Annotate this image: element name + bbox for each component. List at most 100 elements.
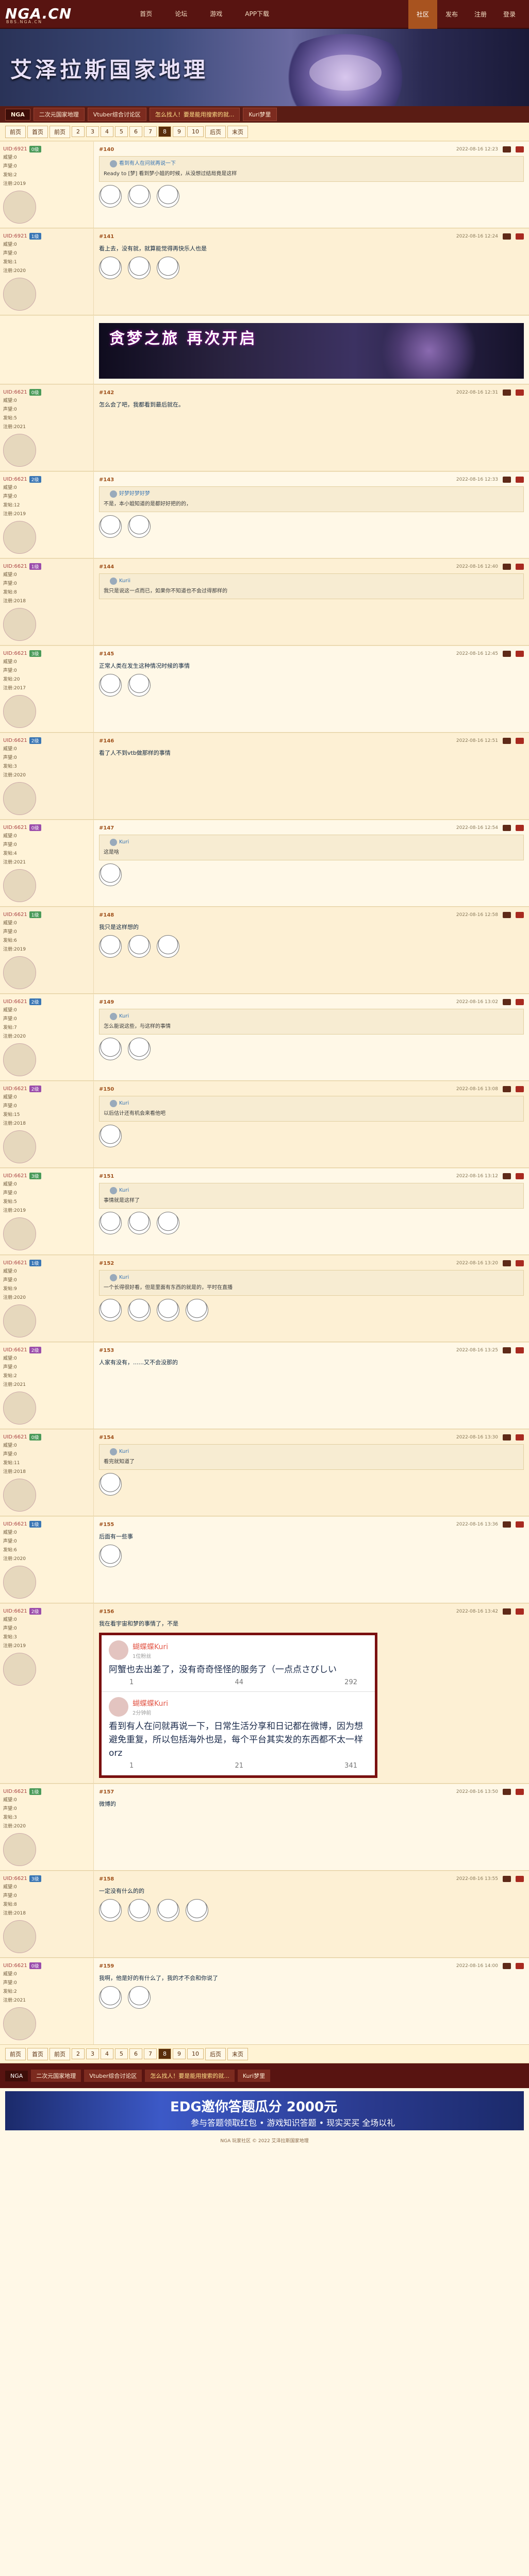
avatar[interactable] <box>3 1304 36 1337</box>
reply-icon[interactable] <box>503 1876 511 1882</box>
user-id[interactable]: UID:6621 <box>3 477 27 482</box>
quote-icon[interactable] <box>516 146 524 152</box>
quote-icon[interactable] <box>516 1347 524 1353</box>
avatar[interactable] <box>3 1217 36 1250</box>
reply-icon[interactable] <box>503 1608 511 1615</box>
reply-icon[interactable] <box>503 564 511 570</box>
pager-item[interactable]: 前页 <box>5 125 26 138</box>
quote-icon[interactable] <box>516 233 524 240</box>
quote-icon[interactable] <box>516 912 524 918</box>
breadcrumb-vtuber[interactable]: Vtuber综合讨论区 <box>87 108 146 121</box>
pager-item[interactable]: 6 <box>129 126 142 137</box>
nav-app[interactable]: APP下载 <box>234 0 280 28</box>
avatar[interactable] <box>3 1653 36 1686</box>
pager-item[interactable]: 10 <box>187 126 204 137</box>
quote-icon[interactable] <box>516 651 524 657</box>
quote-icon[interactable] <box>516 389 524 396</box>
user-id[interactable]: UID:6621 <box>3 999 27 1005</box>
user-id[interactable]: UID:6621 <box>3 1173 27 1179</box>
quote-name[interactable]: Kuri <box>119 1187 129 1195</box>
post-floor[interactable]: #151 <box>99 1174 114 1179</box>
post-floor[interactable]: #150 <box>99 1087 114 1092</box>
reply-icon[interactable] <box>503 233 511 240</box>
avatar[interactable] <box>3 1130 36 1163</box>
avatar[interactable] <box>3 278 36 311</box>
breadcrumb-acg[interactable]: 二次元国家地理 <box>33 108 85 121</box>
avatar[interactable] <box>3 2007 36 2040</box>
pager-item[interactable]: 8 <box>158 2048 171 2059</box>
pager-item[interactable]: 7 <box>144 2048 157 2059</box>
post-floor[interactable]: #158 <box>99 1876 114 1882</box>
post-floor[interactable]: #144 <box>99 564 114 570</box>
quote-icon[interactable] <box>516 1086 524 1092</box>
quote-name[interactable]: Kuri <box>119 838 129 846</box>
post-floor[interactable]: #153 <box>99 1348 114 1353</box>
post-floor[interactable]: #147 <box>99 825 114 831</box>
quote-name[interactable]: Kuri <box>119 1012 129 1021</box>
quote-name[interactable]: Kuri <box>119 1099 129 1108</box>
reply-icon[interactable] <box>503 1086 511 1092</box>
pager-item[interactable]: 首页 <box>27 125 48 138</box>
pager-item[interactable]: 末页 <box>227 2047 248 2060</box>
quote-icon[interactable] <box>516 477 524 483</box>
quote-icon[interactable] <box>516 999 524 1005</box>
reply-icon[interactable] <box>503 738 511 744</box>
breadcrumb-current[interactable]: Kuri梦里 <box>243 108 277 121</box>
pager-item[interactable]: 末页 <box>227 125 248 138</box>
avatar[interactable] <box>3 1392 36 1425</box>
avatar[interactable] <box>3 869 36 902</box>
breadcrumb-nga[interactable]: NGA <box>5 108 30 121</box>
pager-item[interactable]: 9 <box>173 2048 186 2059</box>
pager-item[interactable]: 4 <box>101 126 113 137</box>
pager-item[interactable]: 前页 <box>49 125 70 138</box>
quote-icon[interactable] <box>516 1608 524 1615</box>
avatar[interactable] <box>3 1920 36 1953</box>
pager-item[interactable]: 6 <box>129 2048 142 2059</box>
user-id[interactable]: UID:6621 <box>3 738 27 743</box>
breadcrumb-thread[interactable]: 怎么找人！要是能用搜索的就... <box>149 108 240 121</box>
quote-icon[interactable] <box>516 564 524 570</box>
avatar[interactable] <box>3 521 36 554</box>
quote-name[interactable]: Kuri <box>119 1448 129 1456</box>
reply-icon[interactable] <box>503 1521 511 1528</box>
post-floor[interactable]: #157 <box>99 1789 114 1795</box>
quote-icon[interactable] <box>516 1963 524 1969</box>
user-id[interactable]: UID:6621 <box>3 1521 27 1527</box>
ad-banner[interactable]: EDG邀你答题瓜分 2000元 参与答题领取红包 • 游戏知识答题 • 现实买买… <box>5 2091 524 2130</box>
footer-acg[interactable]: 二次元国家地理 <box>31 2070 81 2082</box>
quote-icon[interactable] <box>516 825 524 831</box>
reply-icon[interactable] <box>503 1260 511 1266</box>
post-floor[interactable]: #146 <box>99 738 114 744</box>
avatar[interactable] <box>3 608 36 641</box>
user-id[interactable]: UID:6621 <box>3 1876 27 1882</box>
quote-name[interactable]: 看到有人在问就再说一下 <box>119 160 176 168</box>
reply-icon[interactable] <box>503 146 511 152</box>
reply-icon[interactable] <box>503 651 511 657</box>
reply-icon[interactable] <box>503 1173 511 1179</box>
post-floor[interactable]: #155 <box>99 1522 114 1528</box>
quote-icon[interactable] <box>516 1173 524 1179</box>
user-id[interactable]: UID:6621 <box>3 1963 27 1969</box>
reply-icon[interactable] <box>503 1963 511 1969</box>
quote-icon[interactable] <box>516 1876 524 1882</box>
avatar[interactable] <box>3 956 36 989</box>
nav-forum[interactable]: 论坛 <box>163 0 199 28</box>
pager-item[interactable]: 后页 <box>205 2047 226 2060</box>
quote-icon[interactable] <box>516 1434 524 1440</box>
pager-item[interactable]: 3 <box>86 2048 99 2059</box>
nav-home[interactable]: 首页 <box>128 0 163 28</box>
quote-name[interactable]: Kuri <box>119 1274 129 1282</box>
user-id[interactable]: UID:6621 <box>3 1086 27 1092</box>
reply-icon[interactable] <box>503 477 511 483</box>
reply-icon[interactable] <box>503 1347 511 1353</box>
reply-icon[interactable] <box>503 389 511 396</box>
pager-item[interactable]: 4 <box>101 2048 113 2059</box>
pager-item[interactable]: 后页 <box>205 125 226 138</box>
reply-icon[interactable] <box>503 912 511 918</box>
user-id[interactable]: UID:6621 <box>3 1789 27 1794</box>
post-floor[interactable]: #154 <box>99 1435 114 1440</box>
post-floor[interactable]: #149 <box>99 999 114 1005</box>
pager-item[interactable]: 3 <box>86 126 99 137</box>
nav-login[interactable]: 登录 <box>495 0 524 29</box>
avatar[interactable] <box>3 1043 36 1076</box>
